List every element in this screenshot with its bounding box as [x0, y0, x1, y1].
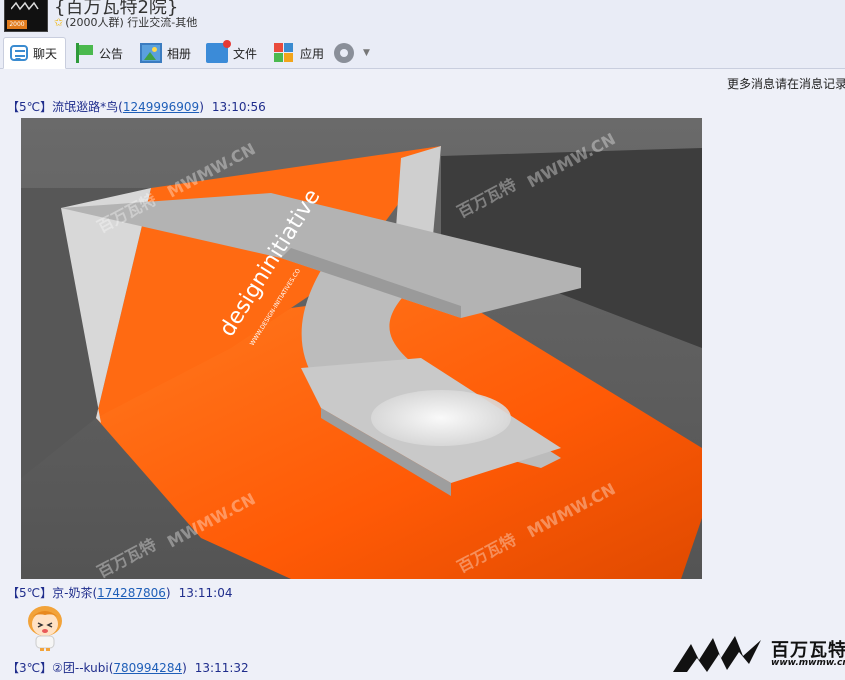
- sender-qq-link[interactable]: 1249996909: [123, 100, 199, 114]
- settings-menu-button[interactable]: ▼: [334, 37, 370, 69]
- sender-name[interactable]: 京-奶茶: [52, 586, 92, 600]
- avatar-badge: 2000: [7, 20, 27, 29]
- tab-chat-label: 聊天: [33, 46, 58, 61]
- emoji-sticker-icon[interactable]: [24, 603, 66, 651]
- tab-files-label: 文件: [233, 46, 258, 61]
- render-scene: designinitiative WWW.DESIGN-INITIATIVES.…: [21, 118, 702, 579]
- site-url: www.mwmw.cn: [771, 658, 845, 668]
- group-header: 2000 {百万瓦特2院} ✩ (2000人群) 行业交流-其他: [0, 0, 845, 36]
- tab-album[interactable]: 相册: [140, 37, 191, 69]
- apps-grid-icon: [273, 43, 295, 63]
- chat-icon: [10, 45, 28, 61]
- member-count: (2000人群): [65, 16, 124, 29]
- member-level: 【3℃】: [7, 661, 53, 675]
- group-meta: ✩ (2000人群) 行业交流-其他: [54, 14, 197, 30]
- site-watermark-logo: 百万瓦特 www.mwmw.cn: [673, 634, 845, 674]
- message-time: 13:11:32: [194, 661, 249, 675]
- message-header: 【5℃】京-奶茶(174287806) 13:11:04: [7, 586, 233, 600]
- member-level: 【5℃】: [7, 586, 53, 600]
- tab-apps[interactable]: 应用: [273, 37, 324, 69]
- announcement-flag-icon: [72, 43, 94, 63]
- message-time: 13:11:04: [178, 586, 233, 600]
- member-level: 【5℃】: [7, 100, 53, 114]
- tab-announcements-label: 公告: [99, 46, 124, 61]
- gear-icon: [334, 43, 354, 63]
- group-toolbar: 聊天 公告 相册 文件 应用 ▼: [0, 35, 845, 69]
- message-header: 【3℃】②团--kubi(780994284) 13:11:32: [7, 661, 249, 675]
- group-avatar[interactable]: 2000: [4, 0, 48, 32]
- photo-album-icon: [140, 43, 162, 63]
- shared-render-image[interactable]: designinitiative WWW.DESIGN-INITIATIVES.…: [21, 118, 702, 579]
- message-header: 【5℃】流氓逖路*鸟(1249996909) 13:10:56: [7, 100, 266, 114]
- mwmw-logo-icon: [673, 636, 761, 672]
- star-icon: ✩: [54, 16, 64, 29]
- logo-wave-icon: [11, 1, 39, 11]
- chevron-down-icon: ▼: [363, 48, 370, 58]
- sender-qq-link[interactable]: 780994284: [113, 661, 182, 675]
- tab-files[interactable]: 文件: [206, 37, 257, 69]
- tab-apps-label: 应用: [300, 46, 325, 61]
- message-time: 13:10:56: [211, 100, 266, 114]
- sender-qq-link[interactable]: 174287806: [97, 586, 166, 600]
- more-history-link[interactable]: 更多消息请在消息记录: [727, 75, 845, 92]
- tab-announcements[interactable]: 公告: [72, 37, 123, 69]
- folder-icon: [206, 40, 231, 63]
- tab-chat[interactable]: 聊天: [3, 37, 66, 69]
- sender-name[interactable]: 流氓逖路*鸟: [52, 100, 118, 114]
- group-category: 行业交流-其他: [127, 16, 198, 29]
- sender-name[interactable]: ②团--kubi: [52, 661, 109, 675]
- tab-album-label: 相册: [167, 46, 192, 61]
